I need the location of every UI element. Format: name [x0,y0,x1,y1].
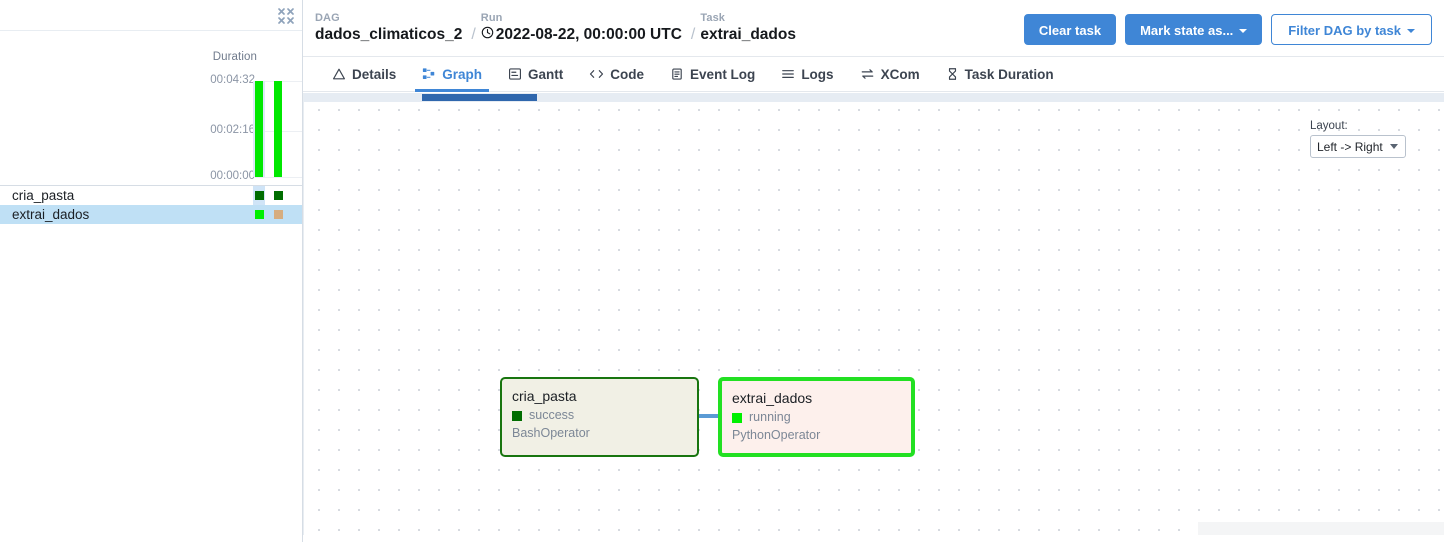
filter-dag-by-task-label: Filter DAG by task [1288,23,1401,38]
duration-axis-tick: 00:04:32 [210,74,255,86]
graph-node-title: cria_pasta [512,388,577,404]
breadcrumb-dag[interactable]: DAG dados_climaticos_2 [315,12,466,45]
clear-task-button[interactable]: Clear task [1023,14,1117,45]
breadcrumb: DAG dados_climaticos_2 / Run 2022-08-22, [315,12,800,45]
duration-bars [253,81,284,177]
task-run-states [253,186,284,205]
graph-node-extrai_dados[interactable]: extrai_dados running PythonOperator [718,377,915,457]
tab-xcom[interactable]: XCom [847,57,933,91]
tab-graph[interactable]: Graph [409,57,495,92]
task-row-label: cria_pasta [12,188,75,203]
breadcrumb-separator: / [690,25,696,43]
task-row-extrai_dados[interactable]: extrai_dados [0,205,302,224]
header-actions: Clear task Mark state as... Filter DAG b… [1023,14,1432,45]
task-row-cria_pasta[interactable]: cria_pasta [0,186,302,205]
tab-event-log-label: Event Log [690,66,756,82]
tab-details[interactable]: Details [319,57,409,91]
task-duration-chart: Duration 00:04:32 00:02:16 00:00:00 [0,31,302,186]
tab-event-log[interactable]: Event Log [657,57,768,91]
breadcrumb-run[interactable]: Run 2022-08-22, 00:00:00 UTC [481,12,686,45]
graph-node-state: success [512,407,687,424]
tab-logs[interactable]: Logs [768,57,846,91]
horizontal-scrollbar-thumb[interactable] [422,94,537,101]
graph-node-state: running [732,409,901,426]
duration-bar-column[interactable] [272,81,284,177]
airflow-task-instance-page: Duration 00:04:32 00:02:16 00:00:00 cria… [0,0,1444,542]
task-run-states [253,205,284,224]
layout-control: Layout: Left -> Right [1310,120,1406,158]
chevron-down-icon [1239,29,1248,33]
filter-dag-by-task-button[interactable]: Filter DAG by task [1271,14,1432,45]
graph-edge-cria_pasta-extrai_dados [699,414,720,418]
clipboard-icon [670,67,684,81]
breadcrumb-dag-label: DAG [315,11,340,24]
mark-state-as-button[interactable]: Mark state as... [1125,14,1263,45]
graph-node-operator: BashOperator [512,426,590,440]
tab-code[interactable]: Code [576,57,657,91]
graph-node-operator: PythonOperator [732,428,821,442]
chart-gridline [255,177,302,178]
page-header: DAG dados_climaticos_2 / Run 2022-08-22, [303,0,1444,57]
breadcrumb-run-label: Run [480,11,503,24]
mark-state-as-label: Mark state as... [1140,23,1234,38]
sidebar-toolbar [0,0,302,31]
layout-select[interactable]: Left -> Right [1310,135,1406,158]
graph-node-state-label: running [749,410,791,424]
chevron-down-icon [1407,29,1415,33]
graph-nodes-icon [422,67,436,81]
graph-node-cria_pasta[interactable]: cria_pasta success BashOperator [500,377,699,457]
tab-bar: Details Graph Gantt Code Event Log Logs … [303,57,1444,92]
list-lines-icon [781,67,795,81]
grid-sidebar: Duration 00:04:32 00:02:16 00:00:00 cria… [0,0,303,542]
tab-code-label: Code [610,66,645,82]
clear-task-label: Clear task [1038,23,1102,38]
duration-axis-tick: 00:02:16 [210,124,255,136]
status-swatch-running [732,412,742,423]
task-list: cria_pasta extrai_dados [0,186,302,224]
status-swatch-success [512,410,522,421]
tab-gantt[interactable]: Gantt [495,57,576,91]
duration-bar-column[interactable] [253,81,265,177]
horizontal-scrollbar[interactable] [304,93,1444,102]
breadcrumb-dag-value: dados_climaticos_2 [315,25,463,43]
tab-task-duration-label: Task Duration [964,66,1054,82]
task-state-cell[interactable] [253,186,265,205]
clock-icon [481,25,494,45]
graph-canvas[interactable]: Layout: Left -> Right cria_pasta success… [303,93,1444,535]
canvas-bottom-strip [1198,522,1444,535]
tab-logs-label: Logs [801,66,834,82]
main-panel: DAG dados_climaticos_2 / Run 2022-08-22, [303,0,1444,542]
task-state-cell[interactable] [272,205,284,224]
breadcrumb-run-value: 2022-08-22, 00:00:00 UTC [495,25,682,43]
tab-task-duration[interactable]: Task Duration [933,57,1067,91]
tab-details-label: Details [352,66,397,82]
tab-graph-label: Graph [442,66,483,82]
warning-triangle-icon [332,67,346,81]
breadcrumb-task[interactable]: Task extrai_dados [700,12,800,45]
tab-xcom-label: XCom [880,66,920,82]
tab-gantt-label: Gantt [528,66,564,82]
graph-node-title: extrai_dados [732,390,813,406]
breadcrumb-separator: / [471,25,476,43]
code-brackets-icon [589,67,604,81]
compress-arrows-icon[interactable] [276,6,296,26]
breadcrumb-task-value: extrai_dados [700,25,796,43]
graph-node-state-label: success [529,408,575,422]
task-state-cell[interactable] [253,205,265,224]
breadcrumb-task-label: Task [700,11,725,24]
task-state-cell[interactable] [272,186,284,205]
duration-axis-tick: 00:00:00 [210,170,255,182]
exchange-arrows-icon [860,67,875,81]
duration-chart-title: Duration [212,51,257,63]
hourglass-icon [946,67,959,81]
gantt-chart-icon [508,67,522,81]
breadcrumb-run-value-wrap: 2022-08-22, 00:00:00 UTC [481,25,682,45]
task-row-label: extrai_dados [12,207,90,222]
layout-label: Layout: [1310,120,1348,132]
